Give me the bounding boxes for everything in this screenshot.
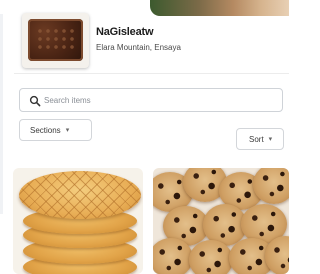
brownie-image bbox=[28, 19, 83, 61]
search-icon bbox=[29, 95, 41, 107]
cookie-top bbox=[19, 171, 141, 219]
product-title: NaGisleatw bbox=[96, 26, 154, 38]
peanut-butter-cookies-image[interactable] bbox=[13, 168, 143, 274]
sort-dropdown-button[interactable]: Sort ▾ bbox=[236, 128, 284, 150]
banner-image bbox=[150, 0, 289, 16]
chocolate-chip-cookies-image[interactable] bbox=[153, 168, 289, 274]
product-thumbnail[interactable] bbox=[22, 13, 89, 68]
sort-label: Sort bbox=[249, 134, 264, 144]
product-subtitle: Elara Mountain, Ensaya bbox=[96, 43, 181, 52]
left-edge bbox=[0, 14, 3, 214]
search-input[interactable] bbox=[44, 92, 274, 108]
header-divider bbox=[14, 73, 289, 74]
sections-label: Sections bbox=[30, 125, 61, 135]
chevron-down-icon: ▾ bbox=[268, 136, 273, 143]
store-screen: NaGisleatw Elara Mountain, Ensaya Sectio… bbox=[0, 0, 289, 274]
cookie bbox=[189, 240, 233, 274]
chevron-down-icon: ▾ bbox=[65, 127, 70, 134]
sections-dropdown-button[interactable]: Sections ▾ bbox=[19, 119, 92, 141]
cookie bbox=[153, 238, 193, 274]
search-box[interactable] bbox=[19, 88, 283, 112]
